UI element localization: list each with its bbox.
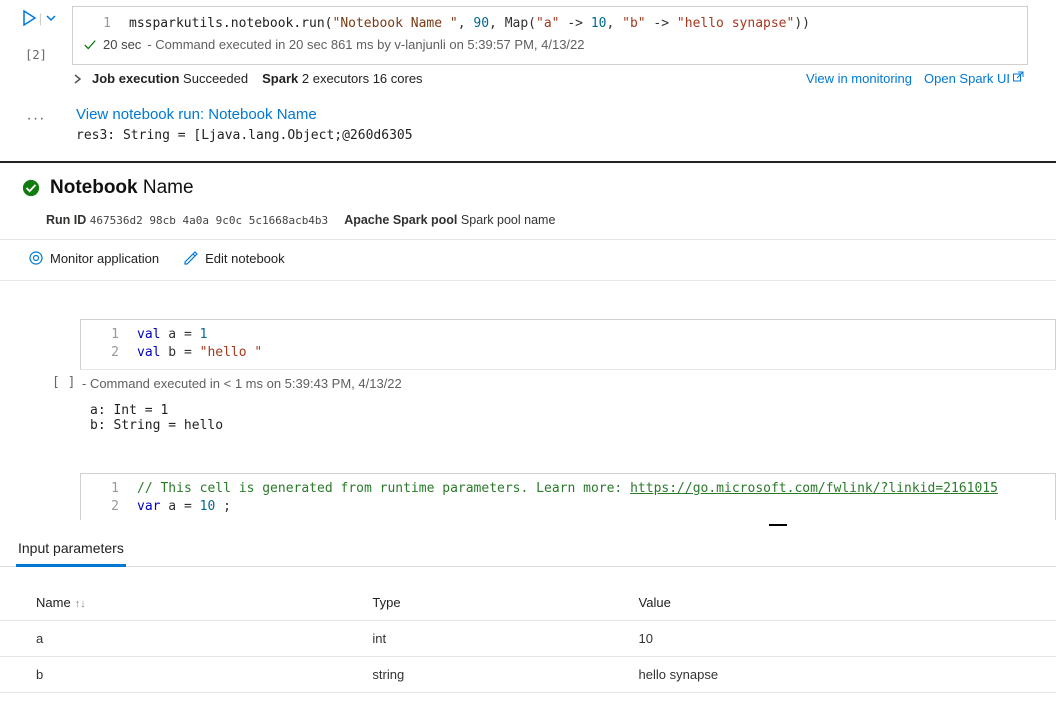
cell-value: 10 — [603, 620, 1056, 656]
exec-index: [2] — [25, 48, 47, 62]
col-value[interactable]: Value — [603, 585, 1056, 621]
cell-type: string — [336, 656, 602, 692]
code-cell[interactable]: 1// This cell is generated from runtime … — [80, 473, 1056, 520]
col-type[interactable]: Type — [336, 585, 602, 621]
external-link-icon — [1012, 71, 1024, 83]
parameters-table: Name↑↓ Type Value a int 10 b string hell… — [0, 585, 1056, 693]
cell-type: int — [336, 620, 602, 656]
pencil-icon — [183, 250, 199, 266]
sort-icon: ↑↓ — [75, 598, 86, 610]
docs-link[interactable]: https://go.microsoft.com/fwlink/?linkid=… — [630, 481, 998, 496]
run-id-label: Run ID — [46, 213, 86, 227]
code-line: // This cell is generated from runtime p… — [137, 480, 1045, 498]
more-icon[interactable]: ··· — [0, 106, 72, 128]
open-spark-ui-link[interactable]: Open Spark UI — [924, 71, 1024, 86]
cell-name: b — [0, 656, 336, 692]
spark-label: Spark — [262, 71, 298, 86]
table-row: b string hello synapse — [0, 656, 1056, 692]
run-id-value: 467536d2 98cb 4a0a 9c0c 5c1668acb4b3 — [90, 214, 328, 227]
success-circle-icon — [22, 179, 40, 197]
status-text: - Command executed in < 1 ms on 5:39:43 … — [80, 370, 1056, 397]
table-row: a int 10 — [0, 620, 1056, 656]
checkmark-icon — [83, 38, 97, 52]
view-monitoring-link[interactable]: View in monitoring — [806, 71, 912, 86]
cell-output: res3: String = [Ljava.lang.Object;@260d6… — [76, 128, 413, 143]
exec-index: [ ] — [52, 371, 75, 390]
col-name[interactable]: Name↑↓ — [0, 585, 336, 621]
monitor-application-button[interactable]: Monitor application — [28, 250, 159, 266]
code-line: val b = "hello " — [137, 344, 1045, 362]
chevron-down-icon[interactable] — [44, 11, 58, 25]
cell-output: a: Int = 1 — [90, 403, 1056, 418]
code-line: mssparkutils.notebook.run("Notebook Name… — [129, 15, 1017, 33]
status-text: - Command executed in 20 sec 861 ms by v… — [147, 37, 584, 52]
line-number: 1 — [83, 15, 129, 33]
cursor-indicator — [769, 524, 787, 526]
code-cell[interactable]: 1 mssparkutils.notebook.run("Notebook Na… — [72, 6, 1028, 65]
spark-pool-label: Apache Spark pool — [344, 213, 457, 227]
notebook-title: Notebook Name — [50, 177, 194, 199]
line-number: 2 — [91, 344, 137, 362]
cell-output: b: String = hello — [90, 418, 1056, 433]
run-icon[interactable] — [22, 10, 37, 26]
edit-notebook-button[interactable]: Edit notebook — [183, 250, 285, 266]
code-line: val a = 1 — [137, 326, 1045, 344]
code-line: var a = 10 ; — [137, 498, 1045, 516]
monitor-icon — [28, 250, 44, 266]
code-cell[interactable]: 1val a = 1 2val b = "hello " — [80, 319, 1056, 369]
cell-name: a — [0, 620, 336, 656]
spark-info: 2 executors 16 cores — [302, 71, 423, 86]
job-exec-label: Job execution — [92, 71, 179, 86]
line-number: 1 — [91, 480, 137, 498]
spark-pool-value: Spark pool name — [461, 213, 556, 227]
status-duration: 20 sec — [103, 37, 141, 52]
job-exec-state: Succeeded — [183, 71, 248, 86]
view-notebook-run-link[interactable]: View notebook run: Notebook Name — [76, 106, 317, 127]
cell-value: hello synapse — [603, 656, 1056, 692]
chevron-right-icon[interactable] — [72, 73, 84, 85]
tab-input-parameters[interactable]: Input parameters — [16, 536, 126, 567]
line-number: 1 — [91, 326, 137, 344]
line-number: 2 — [91, 498, 137, 516]
